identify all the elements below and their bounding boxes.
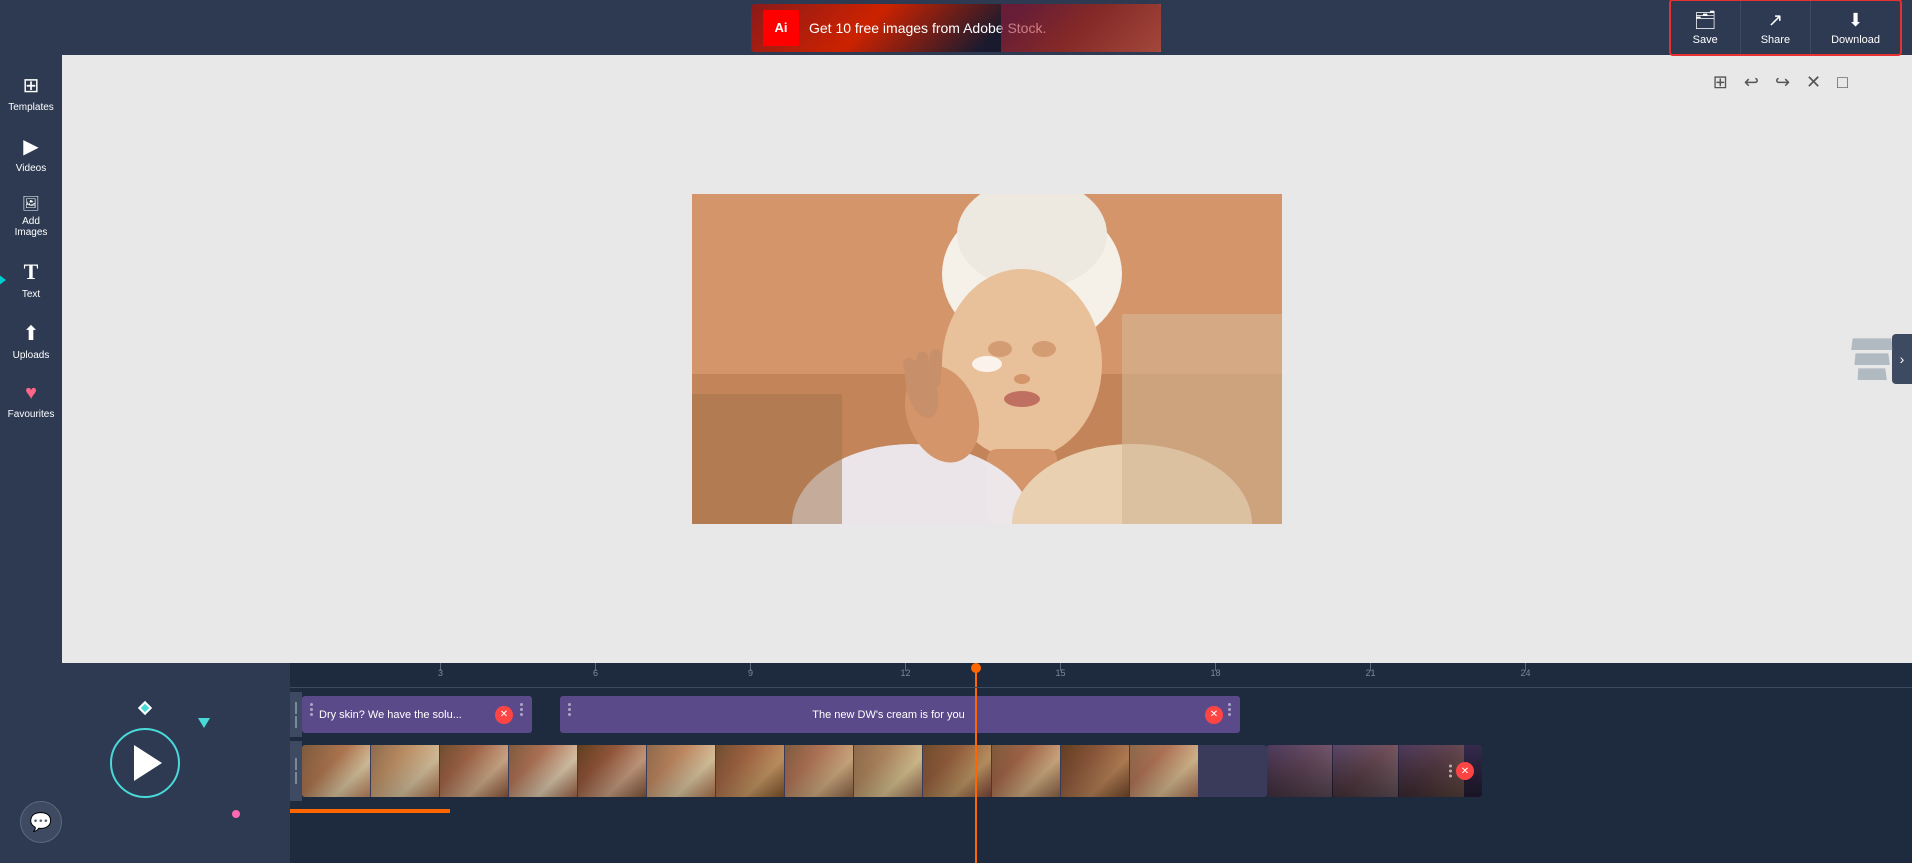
diamond-marker xyxy=(138,701,152,715)
video-clip-main[interactable] xyxy=(302,745,1267,797)
sidebar-item-uploads[interactable]: ⬆ Uploads xyxy=(0,313,62,369)
handle-grip xyxy=(295,702,297,728)
video-clip-drag-handle[interactable] xyxy=(1449,765,1452,778)
sidebar-item-videos[interactable]: ▶ Videos xyxy=(0,126,62,182)
video-thumbnail-6 xyxy=(647,745,715,797)
play-button[interactable] xyxy=(110,728,180,798)
text-icon: T xyxy=(24,259,39,285)
adobe-ad-banner[interactable]: Ai Get 10 free images from Adobe Stock. xyxy=(751,4,1161,52)
clip-2-text: The new DW's cream is for you xyxy=(577,709,1200,721)
clip-drag-handle[interactable] xyxy=(310,703,314,727)
redo-button[interactable]: ↪ xyxy=(1771,70,1794,95)
chat-support-button[interactable]: 💬 xyxy=(20,801,62,843)
clip-1-text: Dry skin? We have the solu... xyxy=(319,709,490,721)
top-bar: Ai Get 10 free images from Adobe Stock. … xyxy=(0,0,1912,55)
expand-button[interactable]: □ xyxy=(1833,70,1852,95)
text-clip-1[interactable]: Dry skin? We have the solu... ✕ xyxy=(302,696,532,733)
ruler-mark-21: 21 xyxy=(1370,663,1371,671)
playhead-ruler-indicator xyxy=(975,663,977,687)
dot-marker xyxy=(232,810,240,818)
video-thumbnail-8 xyxy=(785,745,853,797)
right-panel-toggle-button[interactable]: › xyxy=(1892,334,1912,384)
save-button[interactable]: 🗂 Save xyxy=(1671,1,1741,54)
canvas-area: ⊞ ↩ ↪ ✕ □ xyxy=(62,55,1912,663)
handle-grip xyxy=(295,758,297,784)
layers-panel-icon xyxy=(1852,338,1892,380)
sidebar-item-add-images[interactable]: 🖼 Add Images xyxy=(0,187,62,246)
active-indicator xyxy=(0,274,6,286)
main-area: ⊞ Templates ▶ Videos 🖼 Add Images T Text… xyxy=(0,55,1912,663)
ruler-mark-24: 24 xyxy=(1525,663,1526,671)
clip-2-close-button[interactable]: ✕ xyxy=(1205,706,1223,724)
video-image xyxy=(692,194,1282,524)
video-clip-second[interactable]: ✕ xyxy=(1267,745,1482,797)
video-thumbnail-1 xyxy=(302,745,370,797)
playhead-line xyxy=(975,688,977,863)
sidebar-item-templates[interactable]: ⊞ Templates xyxy=(0,65,62,121)
share-icon: ↗ xyxy=(1768,10,1783,31)
video-thumbnail-10 xyxy=(923,745,991,797)
triangle-marker xyxy=(198,718,210,728)
video-clip-second-close-button[interactable]: ✕ xyxy=(1456,762,1474,780)
videos-icon: ▶ xyxy=(23,134,38,159)
bottom-area: 3 6 9 12 15 xyxy=(0,663,1912,863)
clip-1-close-button[interactable]: ✕ xyxy=(495,706,513,724)
clip2-drag-left[interactable] xyxy=(568,703,572,727)
timeline: 3 6 9 12 15 xyxy=(290,663,1912,863)
sidebar-item-favourites[interactable]: ♥ Favourites xyxy=(0,374,62,428)
ruler-mark-15: 15 xyxy=(1060,663,1061,671)
ruler-mark-18: 18 xyxy=(1215,663,1216,671)
timeline-ruler: 3 6 9 12 15 xyxy=(290,663,1912,688)
video-thumbnail-12 xyxy=(1061,745,1129,797)
video-thumbnail-13 xyxy=(1130,745,1198,797)
clip-right-handle[interactable] xyxy=(520,703,524,727)
playhead-handle xyxy=(971,663,981,673)
chat-icon: 💬 xyxy=(30,812,52,833)
grid-view-button[interactable]: ⊞ xyxy=(1709,70,1732,95)
video-thumbnail-9 xyxy=(854,745,922,797)
undo-button[interactable]: ↩ xyxy=(1740,70,1763,95)
video-thumbnail-3 xyxy=(440,745,508,797)
save-icon: 🗂 xyxy=(1694,10,1717,31)
ruler-marks: 3 6 9 12 15 xyxy=(290,663,1912,687)
video-thumbnail-4 xyxy=(509,745,577,797)
uploads-icon: ⬆ xyxy=(23,321,40,346)
video-thumbnail-7 xyxy=(716,745,784,797)
video-thumbnail-2 xyxy=(371,745,439,797)
text-clip-2[interactable]: The new DW's cream is for you ✕ xyxy=(560,696,1240,733)
video-track: ✕ xyxy=(290,741,1912,801)
top-bar-actions: 🗂 Save ↗ Share ⬇ Download xyxy=(1669,0,1902,56)
video-thumbnail-11 xyxy=(992,745,1060,797)
close-button[interactable]: ✕ xyxy=(1802,70,1825,95)
text-track: Dry skin? We have the solu... ✕ xyxy=(290,692,1912,737)
progress-bar-fill xyxy=(290,809,450,813)
progress-bar xyxy=(290,805,1912,813)
ruler-mark-9: 9 xyxy=(750,663,751,671)
download-button[interactable]: ⬇ Download xyxy=(1811,1,1900,54)
play-icon xyxy=(134,745,162,781)
timeline-tracks: Dry skin? We have the solu... ✕ xyxy=(290,688,1912,863)
ruler-mark-12: 12 xyxy=(905,663,906,671)
video-thumbnail-5 xyxy=(578,745,646,797)
canvas-video-frame xyxy=(692,194,1282,524)
canvas-toolbar: ⊞ ↩ ↪ ✕ □ xyxy=(1709,70,1852,95)
left-sidebar: ⊞ Templates ▶ Videos 🖼 Add Images T Text… xyxy=(0,55,62,663)
adobe-logo-icon: Ai xyxy=(763,10,799,46)
favourites-icon: ♥ xyxy=(25,382,37,405)
ruler-mark-6: 6 xyxy=(595,663,596,671)
track-handle[interactable] xyxy=(290,692,302,737)
video-track-handle[interactable] xyxy=(290,741,302,801)
clip2-drag-right[interactable] xyxy=(1228,703,1232,727)
ruler-mark-3: 3 xyxy=(440,663,441,671)
add-images-icon: 🖼 xyxy=(22,195,40,212)
sidebar-item-text[interactable]: T Text xyxy=(0,251,62,308)
download-icon: ⬇ xyxy=(1848,10,1863,31)
share-button[interactable]: ↗ Share xyxy=(1741,1,1811,54)
templates-icon: ⊞ xyxy=(23,73,40,98)
adobe-ad-text: Get 10 free images from Adobe Stock. xyxy=(809,20,1046,36)
